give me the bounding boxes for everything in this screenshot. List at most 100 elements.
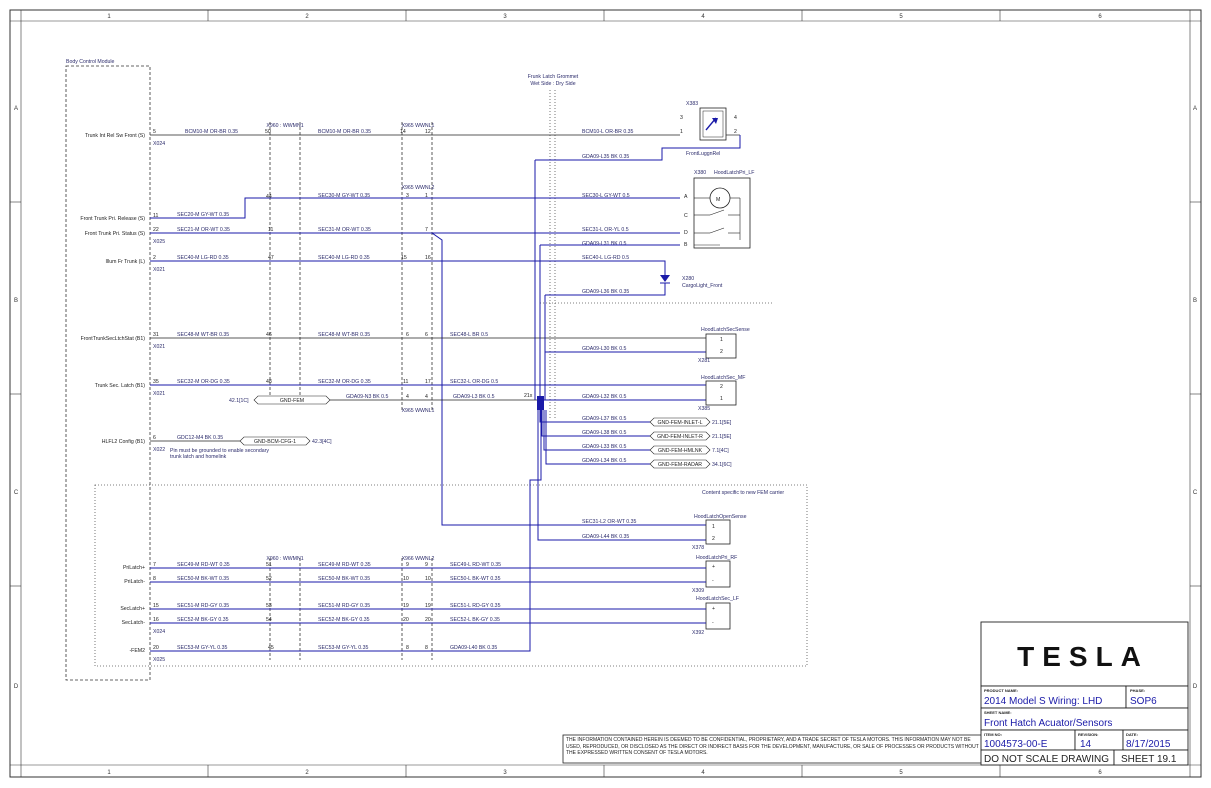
wire-label: GDA09-L35 BK 0.35: [582, 154, 629, 160]
pin-label-hlfl2: HLFL2 Config (B1): [102, 439, 146, 445]
svg-text:7.1[4C]: 7.1[4C]: [712, 448, 729, 454]
inline-pin: 15: [401, 255, 407, 261]
svg-text:X280: X280: [682, 276, 694, 282]
svg-text:20: 20: [425, 617, 431, 623]
wire-label: GDA09-L3 BK 0.5: [453, 394, 495, 400]
component-x380: X380 HoodLatchPri_LF M A C D B: [684, 170, 754, 249]
inline-pin: 4: [425, 394, 428, 400]
do-not-scale: DO NOT SCALE DRAWING: [984, 754, 1109, 765]
bcm-pin-seclatch-neg: SecLatch- 16 X024 SEC52-M BK-GY 0.35 54 …: [122, 617, 706, 635]
wire-label: SEC40-L LG-RD 0.5: [582, 255, 629, 261]
pin-label-illum: Illum Fr Trunk (L): [106, 259, 146, 265]
grommet-subtitle: Wet Side : Dry Side: [530, 81, 575, 87]
svg-text:19: 19: [403, 603, 409, 609]
svg-text:SEC51-L RD-GY 0.35: SEC51-L RD-GY 0.35: [450, 603, 501, 609]
pin-label-trunk-int-rel: Trunk Int Rel Sw Front (S): [85, 133, 145, 139]
svg-text:2: 2: [712, 536, 715, 542]
grid-row-d-right: D: [1193, 684, 1198, 690]
svg-text:X383: X383: [686, 101, 698, 107]
svg-text:3: 3: [680, 115, 683, 121]
sheet-name: Front Hatch Acuator/Sensors: [984, 718, 1112, 729]
wire-label: GDA09-L34 BK 0.5: [582, 458, 627, 464]
svg-text:54: 54: [266, 617, 272, 623]
inline-pin: 6: [425, 332, 428, 338]
svg-text:SEC51-M RD-GY 0.35: SEC51-M RD-GY 0.35: [318, 603, 370, 609]
pin-number: 22: [153, 227, 159, 233]
svg-text:16: 16: [153, 617, 159, 623]
title-block: TESLA PRODUCT NAME: 2014 Model S Wiring:…: [980, 621, 1189, 766]
pin-number: 35: [153, 379, 159, 385]
component-x281: HoodLatchSecSense 1 2 X281: [698, 327, 750, 364]
wire-label: SEC48-M WT-BR 0.35: [177, 332, 229, 338]
wire-label: GDA09-N3 BK 0.5: [346, 394, 388, 400]
wiring-schematic: 1 2 3 4 5 6 1 2 3 4 5 6 A B C D A B C D …: [9, 9, 1202, 778]
wire-label: SEC31-L2 OR-WT 0.35: [582, 519, 637, 525]
svg-text:2: 2: [734, 129, 737, 135]
wire-label: SEC30-L GY-WT 0.5: [582, 193, 630, 199]
pin-label-sec-stat: FrontTrunkSecLtchStat (B1): [81, 336, 146, 342]
connector-id: X022: [153, 447, 165, 453]
wire-label: GDC12-M4 BK 0.35: [177, 435, 223, 441]
inline-pin: 50: [265, 129, 271, 135]
svg-text:1: 1: [712, 524, 715, 530]
connector-id: X021: [153, 267, 165, 273]
ground-tag-hmlnk: GND-FEM-HMLNK 7.1[4C]: [649, 445, 729, 455]
wire-label: SEC48-L BR 0.5: [450, 332, 488, 338]
grid-col-1-bottom: 1: [107, 770, 111, 776]
svg-text:51: 51: [266, 562, 272, 568]
grommet-title: Frunk Latch Grommet: [528, 74, 579, 80]
svg-text:X385: X385: [698, 406, 710, 412]
svg-text:PriLatch+: PriLatch+: [123, 565, 145, 571]
wire-label: BCM10-M OR-BR 0.35: [185, 129, 238, 135]
bcm-pin-prilatch-pos: PriLatch+ 7 SEC49-M RD-WT 0.35 51 SEC49-…: [123, 562, 706, 571]
pin-number: 6: [153, 435, 156, 441]
svg-text:1: 1: [720, 396, 723, 402]
svg-text:19: 19: [425, 603, 431, 609]
phase-label: PHASE:: [1130, 688, 1145, 693]
grid-row-a: A: [14, 106, 18, 112]
svg-text:34.1[6C]: 34.1[6C]: [712, 462, 732, 468]
pin-number: 2: [153, 255, 156, 261]
grid-col-3: 3: [503, 14, 507, 20]
confidential-notice: THE INFORMATION CONTAINED HEREIN IS DEEM…: [566, 737, 979, 756]
x965-label-b: X965 WWNL2: [402, 185, 435, 191]
grid-row-c: C: [14, 490, 19, 496]
svg-text:9: 9: [406, 562, 409, 568]
svg-text:-: -: [712, 620, 714, 626]
svg-text:15: 15: [153, 603, 159, 609]
connector-id: X024: [153, 141, 165, 147]
inline-pin: 11: [403, 379, 408, 385]
svg-text:+: +: [712, 564, 715, 570]
wire-label: SEC32-M OR-DG 0.35: [318, 379, 371, 385]
ground-note: Pin must be grounded to enable secondary…: [170, 448, 269, 460]
svg-text:20: 20: [403, 617, 409, 623]
phase-value: SOP6: [1130, 696, 1157, 707]
grid-col-6-bottom: 6: [1098, 770, 1102, 776]
bcm-pin-hlfl2-config: HLFL2 Config (B1) 6 X022 GDC12-M4 BK 0.3…: [102, 435, 332, 460]
ground-tags: GND-FEM-INLET-L 21.1[5E] GND-FEM-INLET-R…: [649, 417, 732, 469]
svg-text:10: 10: [403, 576, 409, 582]
inline-pin: 14: [400, 129, 406, 135]
fem-note: Content specific to new FEM carrier: [702, 490, 784, 496]
bcm-pin-seclatch-pos: SecLatch+ 15 SEC51-M RD-GY 0.35 53 SEC51…: [120, 603, 706, 612]
grid-col-3-bottom: 3: [503, 770, 507, 776]
svg-text:X392: X392: [692, 630, 704, 636]
svg-text:SEC52-L BK-GY 0.35: SEC52-L BK-GY 0.35: [450, 617, 500, 623]
gnd-ref: 42.3[4C]: [312, 439, 332, 445]
wire-label: GDA09-L37 BK 0.5: [582, 416, 627, 422]
grid-col-6: 6: [1098, 14, 1102, 20]
svg-text:FrontLuggnRel: FrontLuggnRel: [686, 151, 720, 157]
component-x280: X280 CargoLight_Front: [660, 275, 723, 295]
grid-col-4: 4: [701, 14, 705, 20]
wire-label: SEC31-L OR-YL 0.5: [582, 227, 629, 233]
svg-text:7: 7: [153, 562, 156, 568]
bcm-module-box: [65, 65, 151, 681]
svg-text:-FEM2: -FEM2: [129, 648, 145, 654]
svg-text:10: 10: [425, 576, 431, 582]
wire-label: GDA09-L31 BK 0.5: [582, 241, 627, 247]
wire-label: GDA09-L32 BK 0.5: [582, 394, 627, 400]
inline-pin: 12: [425, 129, 431, 135]
bcm-pin-prilatch-neg: PriLatch- 8 SEC50-M BK-WT 0.35 52 SEC50-…: [124, 576, 706, 585]
wire-label: GDA09-L44 BK 0.35: [582, 534, 629, 540]
gnd-bcm-cfg-label: GND-BCM-CFG-1: [254, 439, 296, 445]
